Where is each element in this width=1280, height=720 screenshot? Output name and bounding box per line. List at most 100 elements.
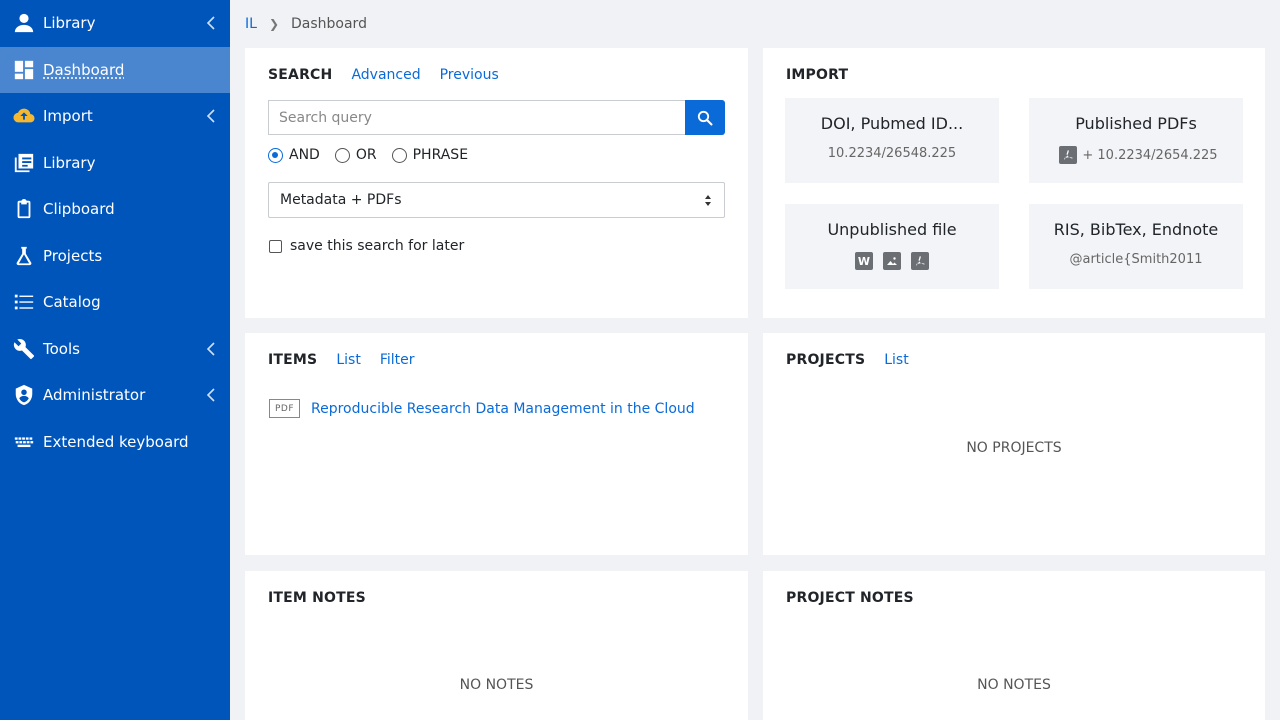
sidebar-item-label: Tools [43, 340, 80, 358]
chevron-left-icon [206, 342, 216, 356]
tile-title: Unpublished file [827, 220, 957, 239]
radio-phrase-circle[interactable] [391, 147, 407, 163]
tile-sub: @article{Smith2011 [1029, 252, 1243, 267]
keyboard-icon [12, 430, 36, 454]
sidebar-item-clipboard[interactable]: Clipboard [0, 186, 230, 232]
sidebar-item-import[interactable]: Import [0, 93, 230, 139]
advanced-search-link[interactable]: Advanced [351, 67, 420, 83]
clipboard-icon [12, 197, 36, 221]
save-search-label: save this search for later [290, 238, 465, 254]
import-unpublished-file-tile[interactable]: Unpublished file W [785, 204, 999, 289]
sidebar: Library Dashboard Import Library Clipboa… [0, 0, 230, 720]
project-notes-title: PROJECT NOTES [786, 590, 914, 606]
project-notes-card-header: PROJECT NOTES [786, 590, 914, 606]
list-item: PDF Reproducible Research Data Managemen… [269, 399, 695, 418]
chevron-left-icon [206, 109, 216, 123]
radio-and[interactable]: AND [268, 147, 320, 163]
wrench-icon [12, 337, 36, 361]
sidebar-item-catalog[interactable]: Catalog [0, 279, 230, 325]
image-file-icon [883, 252, 901, 270]
save-search-checkbox[interactable] [269, 239, 282, 253]
sidebar-item-extended-keyboard[interactable]: Extended keyboard [0, 419, 230, 465]
no-item-notes-message: NO NOTES [459, 677, 534, 693]
tile-sub: 10.2234/26548.225 [785, 146, 999, 161]
search-title: SEARCH [268, 67, 333, 83]
projects-title: PROJECTS [786, 352, 866, 368]
cloud-upload-icon [12, 104, 36, 128]
import-title: IMPORT [786, 67, 849, 83]
list-icon [12, 290, 36, 314]
tile-sub-text: 10.2234/26548.225 [827, 146, 957, 161]
tile-title: RIS, BibTex, Endnote [1053, 220, 1219, 239]
no-projects-message: NO PROJECTS [966, 440, 1062, 456]
sidebar-item-administrator[interactable]: Administrator [0, 372, 230, 418]
items-card-header: ITEMS List Filter [268, 352, 415, 368]
breadcrumb-current: Dashboard [291, 16, 367, 32]
sidebar-item-tools[interactable]: Tools [0, 326, 230, 372]
projects-list-link[interactable]: List [884, 352, 908, 368]
sidebar-item-library-user[interactable]: Library [0, 0, 230, 46]
sidebar-item-label: Administrator [43, 386, 146, 404]
sidebar-item-label: Dashboard [43, 61, 125, 79]
search-icon [697, 110, 713, 125]
projects-card-header: PROJECTS List [786, 352, 909, 368]
radio-phrase[interactable]: PHRASE [391, 147, 469, 163]
sidebar-item-label: Catalog [43, 293, 101, 311]
import-card-header: IMPORT [786, 67, 848, 83]
pdf-badge: PDF [269, 399, 300, 418]
chevron-left-icon [206, 388, 216, 402]
sidebar-item-label: Library [43, 154, 96, 172]
radio-or[interactable]: OR [334, 147, 377, 163]
import-published-pdfs-tile[interactable]: Published PDFs + 10.2234/2654.225 [1029, 98, 1243, 183]
tile-sub-text: + 10.2234/2654.225 [1082, 147, 1218, 163]
radio-or-label: OR [355, 147, 377, 163]
item-title-link[interactable]: Reproducible Research Data Management in… [311, 401, 695, 417]
item-notes-card-header: ITEM NOTES [268, 590, 366, 606]
search-scope-select[interactable]: Metadata + PDFs [268, 182, 725, 218]
pdf-file-icon [1059, 146, 1078, 164]
sidebar-item-label: Import [43, 107, 93, 125]
sidebar-item-projects[interactable]: Projects [0, 233, 230, 279]
search-card-header: SEARCH Advanced Previous [268, 67, 499, 83]
pdf-file-icon [911, 252, 929, 270]
select-arrows-icon [705, 195, 711, 206]
search-button[interactable] [685, 100, 725, 135]
tile-sub: W [785, 252, 999, 270]
tile-sub: + 10.2234/2654.225 [1029, 146, 1243, 164]
sidebar-item-library[interactable]: Library [0, 140, 230, 186]
project-notes-card: PROJECT NOTES NO NOTES [763, 571, 1265, 720]
radio-phrase-label: PHRASE [412, 147, 469, 163]
breadcrumb-root-link[interactable]: IL [245, 16, 257, 32]
search-box [268, 100, 725, 135]
search-input[interactable] [268, 100, 686, 135]
item-notes-title: ITEM NOTES [268, 590, 366, 606]
previous-searches-link[interactable]: Previous [440, 67, 499, 83]
items-filter-link[interactable]: Filter [380, 352, 415, 368]
search-scope-value: Metadata + PDFs [280, 192, 402, 208]
items-card: ITEMS List Filter PDF Reproducible Resea… [245, 333, 748, 555]
item-notes-card: ITEM NOTES NO NOTES [245, 571, 748, 720]
books-icon [12, 151, 36, 175]
radio-and-circle[interactable] [268, 147, 283, 163]
shield-user-icon [12, 383, 36, 407]
sidebar-item-label: Library [43, 14, 96, 32]
import-card: IMPORT DOI, Pubmed ID... 10.2234/26548.2… [763, 48, 1265, 318]
items-list-link[interactable]: List [336, 352, 360, 368]
flask-icon [12, 244, 36, 268]
sidebar-item-label: Clipboard [43, 200, 115, 218]
save-search-option[interactable]: save this search for later [269, 238, 464, 254]
no-project-notes-message: NO NOTES [977, 677, 1051, 693]
radio-or-circle[interactable] [334, 147, 350, 163]
tile-sub-text: @article{Smith2011 [1069, 252, 1203, 267]
sidebar-item-label: Projects [43, 247, 103, 265]
projects-card: PROJECTS List NO PROJECTS [763, 333, 1265, 555]
import-ris-bibtex-tile[interactable]: RIS, BibTex, Endnote @article{Smith2011 [1029, 204, 1243, 289]
import-doi-tile[interactable]: DOI, Pubmed ID... 10.2234/26548.225 [785, 98, 999, 183]
items-title: ITEMS [268, 352, 318, 368]
search-mode-group: AND OR PHRASE [268, 147, 483, 163]
sidebar-item-dashboard[interactable]: Dashboard [0, 47, 230, 93]
sidebar-item-label: Extended keyboard [43, 433, 189, 451]
chevron-left-icon [206, 16, 216, 30]
radio-and-label: AND [289, 147, 320, 163]
user-icon [12, 11, 36, 35]
